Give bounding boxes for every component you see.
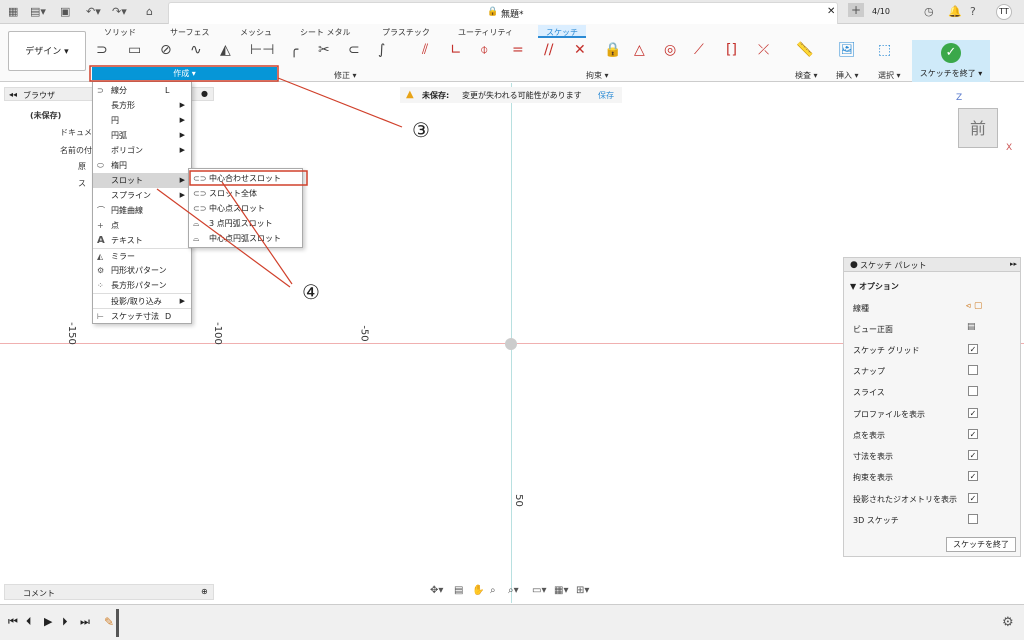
palette-row-linetype: 線種: [853, 304, 869, 313]
next-icon[interactable]: ⏵: [62, 615, 68, 629]
annotation-arrow-3: [277, 77, 403, 128]
palette-row-points: 点を表示: [853, 431, 885, 440]
comments-label: コメント: [23, 589, 55, 598]
first-icon[interactable]: ⏮: [8, 615, 18, 629]
sketch-palette: ● スケッチ パレット ▸▸ ▼ オプション 線種 ⪦ ▢ ビュー正面 ▤ スケ…: [843, 257, 1021, 557]
palette-row-slice: スライス: [853, 388, 885, 397]
orbit-icon[interactable]: ✥▾: [430, 585, 443, 596]
highlight-create-box: [89, 65, 279, 82]
snap-checkbox[interactable]: [968, 365, 978, 375]
timeline: ⏮ ⏴ ▶ ⏵ ⏭ ✎ ⚙: [0, 604, 1024, 640]
play-icon[interactable]: ▶: [44, 615, 52, 628]
profile-checkbox[interactable]: ✓: [968, 408, 978, 418]
display-settings-icon[interactable]: ▭▾: [532, 585, 546, 596]
annotation-number-3: ③: [412, 118, 430, 142]
options-section[interactable]: ▼ オプション: [850, 281, 899, 292]
look-at-icon[interactable]: ▤: [967, 322, 976, 332]
add-comment-icon[interactable]: ⊕: [201, 587, 208, 596]
palette-row-dimensions: 寸法を表示: [853, 452, 893, 461]
palette-row-3d-sketch: 3D スケッチ: [853, 516, 899, 525]
last-icon[interactable]: ⏭: [80, 615, 90, 629]
palette-row-projected-geometry: 投影されたジオメトリを表示: [853, 495, 957, 504]
palette-row-constraints: 拘束を表示: [853, 473, 893, 482]
look-at-icon[interactable]: ▤: [454, 585, 463, 596]
annotation-number-4: ④: [302, 280, 320, 304]
expand-icon[interactable]: ▸▸: [1010, 260, 1017, 268]
slice-checkbox[interactable]: [968, 386, 978, 396]
dimensions-checkbox[interactable]: ✓: [968, 450, 978, 460]
points-checkbox[interactable]: ✓: [968, 429, 978, 439]
caret-down-icon: ▼: [850, 282, 859, 291]
construction-line-icon[interactable]: ⪦ ▢: [966, 301, 982, 311]
palette-row-look-at: ビュー正面: [853, 325, 893, 334]
palette-row-snap: スナップ: [853, 367, 885, 376]
grid-settings-icon[interactable]: ▦▾: [554, 585, 568, 596]
comments-panel[interactable]: コメント ⊕: [4, 584, 214, 600]
constraints-checkbox[interactable]: ✓: [968, 471, 978, 481]
previous-icon[interactable]: ⏴: [26, 615, 32, 629]
palette-row-grid: スケッチ グリッド: [853, 346, 920, 355]
grid-checkbox[interactable]: ✓: [968, 344, 978, 354]
palette-toggle-icon[interactable]: ●: [850, 260, 858, 270]
palette-title: スケッチ パレット: [860, 261, 927, 270]
viewports-icon[interactable]: ⊞▾: [576, 585, 589, 596]
palette-header[interactable]: ● スケッチ パレット ▸▸: [844, 258, 1020, 272]
navigation-toolbar: ✥▾ ▤ ✋ ⌕ ⌕▾ ▭▾ ▦▾ ⊞▾: [428, 585, 598, 599]
3d-sketch-checkbox[interactable]: [968, 514, 978, 524]
sketch-feature-icon[interactable]: ✎: [104, 615, 114, 629]
timeline-marker[interactable]: [116, 609, 119, 637]
annotation-arrow-4a: [156, 188, 291, 288]
options-label: オプション: [858, 282, 899, 291]
zoom-icon[interactable]: ⌕: [490, 585, 496, 596]
palette-row-profile: プロファイルを表示: [853, 410, 925, 419]
zoom-window-icon[interactable]: ⌕▾: [508, 585, 519, 596]
finish-sketch-palette-button[interactable]: スケッチを終了: [946, 537, 1016, 552]
pan-icon[interactable]: ✋: [472, 585, 484, 596]
annotation-arrow-4b: [221, 181, 293, 285]
gear-icon[interactable]: ⚙: [1002, 615, 1014, 630]
highlight-slot-box: [189, 170, 308, 186]
projected-geometry-checkbox[interactable]: ✓: [968, 493, 978, 503]
